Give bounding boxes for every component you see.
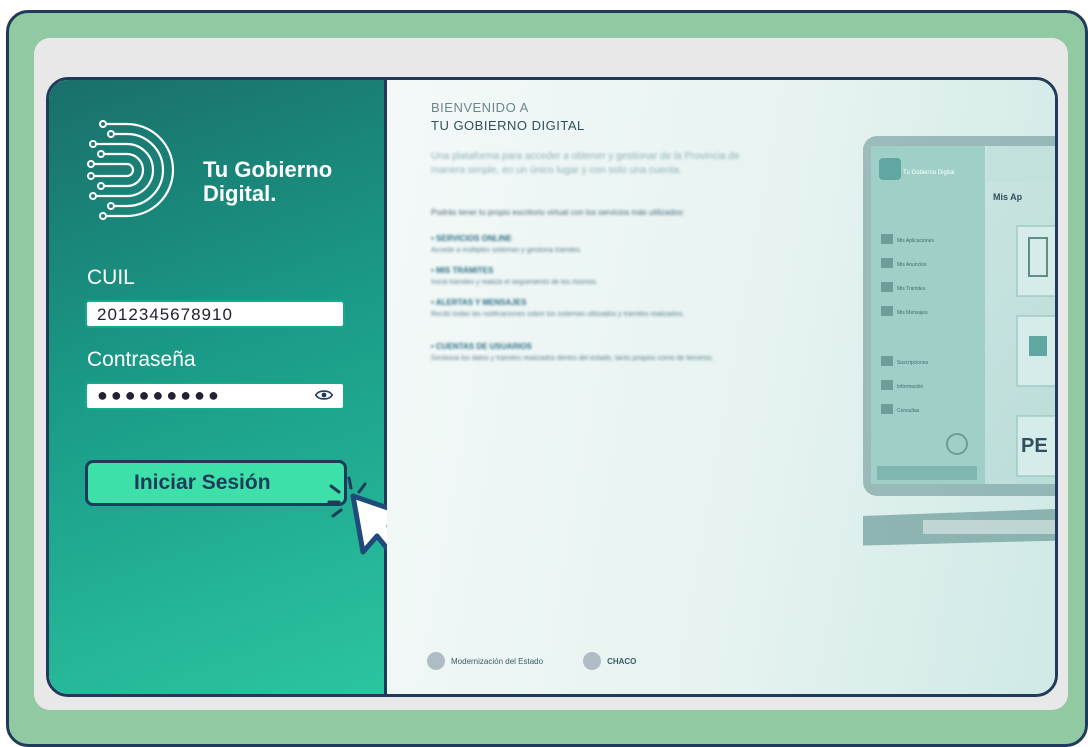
brand-line-1: Tu Gobierno [203, 157, 333, 182]
brand-name: Tu Gobierno Digital. [203, 158, 332, 206]
feature-desc: Gestioná los datos y trámites realizados… [431, 355, 714, 362]
feature-desc: Iniciá trámites y realizá el seguimiento… [431, 279, 598, 286]
cuil-input[interactable]: 2012345678910 [85, 300, 345, 328]
laptop-menu-item: Mis Anuncios [897, 262, 927, 268]
province-seal-icon [427, 652, 445, 670]
welcome-paragraph: Una plataforma para acceder a obtener y … [431, 151, 740, 176]
feature-title: • SERVICIOS ONLINE [431, 234, 512, 243]
welcome-heading: TU GOBIERNO DIGITAL [431, 118, 585, 133]
login-button-label: Iniciar Sesión [134, 471, 271, 494]
brand-line-2: Digital. [203, 181, 277, 206]
laptop-menu-item: Mis Aplicaciones [897, 238, 934, 244]
show-password-eye-icon[interactable] [315, 388, 333, 402]
laptop-mockup: Tu Gobierno Digital Mis Ap Mis Aplicacio… [863, 136, 1055, 546]
login-panel: Tu Gobierno Digital. CUIL 2012345678910 … [49, 80, 414, 694]
password-input[interactable]: ●●●●●●●●● [85, 382, 345, 410]
laptop-menu-item: Información [897, 384, 923, 390]
cuil-label: CUIL [87, 266, 135, 289]
feature-title: • CUENTAS DE USUARIOS [431, 342, 532, 351]
footer-logos: Modernización del Estado CHACO [427, 652, 636, 670]
laptop-menu-item: Suscripciones [897, 360, 929, 366]
chaco-logo: CHACO [583, 652, 636, 670]
feature-title: • ALERTAS Y MENSAJES [431, 298, 527, 307]
frame-gap [228, 0, 298, 8]
feature-desc: Recibí todas las notificaciones sobre lo… [431, 311, 685, 318]
frame-gap [764, 0, 844, 8]
laptop-big-text: PE [1021, 435, 1048, 457]
laptop-tab-text: Mis Ap [993, 192, 1023, 202]
feature-title: • MIS TRÁMITES [431, 266, 494, 275]
welcome-intro: Podrás tener tu propio escritorio virtua… [431, 208, 685, 217]
laptop-menu-item: Consultas [897, 408, 920, 414]
frame-accent [6, 150, 9, 260]
welcome-panel: BIENVENIDO A TU GOBIERNO DIGITAL Una pla… [387, 80, 1055, 694]
password-label: Contraseña [87, 348, 196, 371]
feature-desc: Accede a múltiples sistemas y gestiona t… [431, 247, 581, 254]
org-name-1: Modernización del Estado [451, 656, 544, 666]
laptop-menu-item: Mis Trámites [897, 286, 926, 292]
welcome-heading-top: BIENVENIDO A [431, 100, 529, 115]
org-name-2: CHACO [607, 656, 637, 666]
app-window: Tu Gobierno Digital. CUIL 2012345678910 … [46, 77, 1058, 697]
password-mask: ●●●●●●●●● [97, 385, 222, 405]
tu-gobierno-digital-logo [87, 120, 175, 220]
laptop-brand-text: Tu Gobierno Digital [903, 170, 954, 176]
login-button[interactable]: Iniciar Sesión [85, 460, 347, 506]
modernizacion-logo: Modernización del Estado [427, 652, 543, 670]
province-seal-icon [583, 652, 602, 670]
laptop-menu-item: Mis Mensajes [897, 310, 928, 316]
